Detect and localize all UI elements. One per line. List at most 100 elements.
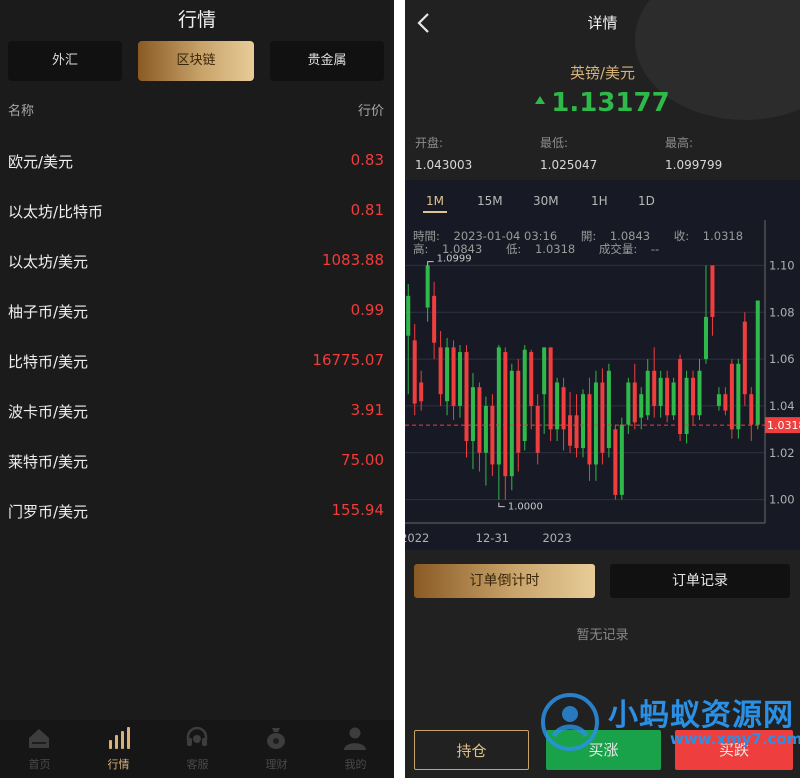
segment-forex[interactable]: 外汇 [8, 41, 122, 81]
stat-value: 1.043003 [415, 158, 473, 172]
market-row-price: 0.83 [350, 151, 384, 169]
x-tick-label: 2022 [405, 531, 429, 545]
candle-body [691, 377, 696, 416]
market-row[interactable]: 柚子币/美元 0.99 [8, 286, 384, 336]
bottom-tab-bar: 首页 行情 客服 理财 我的 [0, 720, 394, 778]
timeframe-1d[interactable]: 1D [638, 194, 655, 208]
candle-body [483, 405, 488, 453]
candle-body [529, 352, 534, 406]
detail-screen: 详情 英镑/美元 1.13177 开盘: 1.043003 最低: 1.0250… [405, 0, 800, 778]
ohlc-info-line-2: 高: 1.0843 低: 1.0318 成交量: -- [413, 241, 679, 257]
timeframe-15m[interactable]: 15M [477, 194, 503, 208]
candle-body [580, 394, 586, 449]
tab-home[interactable]: 首页 [0, 720, 79, 778]
candle-body [697, 370, 702, 416]
empty-records-text: 暂无记录 [576, 628, 629, 643]
candle-body [535, 405, 540, 453]
segment-blockchain[interactable]: 区块链 [138, 41, 254, 81]
candle-body [736, 363, 741, 430]
candlestick-chart[interactable]: 1.10 1.08 1.06 1.04 1.02 1.00 2022 12-31 2023 1.0… [405, 220, 800, 550]
position-button[interactable]: 持仓 [414, 730, 529, 770]
market-row-price: 16775.07 [312, 351, 384, 369]
market-row[interactable]: 欧元/美元 0.83 [8, 136, 384, 186]
candle-body [574, 415, 579, 449]
current-price-label: 1.0318 [767, 419, 800, 432]
segment-precious-metals[interactable]: 贵金属 [270, 41, 384, 81]
market-row-price: 155.94 [331, 501, 385, 519]
candle-body [632, 382, 637, 423]
ant-logo-icon [541, 693, 599, 751]
market-row[interactable]: 以太坊/美元 1083.88 [8, 236, 384, 286]
info-close: 收: 1.0318 [673, 229, 744, 243]
column-price: 行价 [357, 104, 384, 119]
stat-high: 最高: 1.099799 [665, 134, 722, 172]
candle-body [729, 363, 734, 430]
home-icon [29, 729, 49, 748]
market-row[interactable]: 以太坊/比特币 0.81 [8, 186, 384, 236]
min-label: 1.0000 [508, 502, 543, 513]
tab-label: 理财 [265, 758, 288, 771]
market-row-price: 75.00 [341, 451, 384, 469]
y-tick-label: 1.10 [769, 258, 795, 272]
market-row-name: 柚子币/美元 [8, 303, 89, 321]
column-name: 名称 [8, 104, 35, 119]
tab-label: 行情 [107, 758, 130, 771]
candle-body [509, 370, 514, 477]
candle-body [645, 370, 650, 416]
candle-body [703, 316, 708, 360]
market-list: 欧元/美元 0.83 以太坊/比特币 0.81 以太坊/美元 1083.88 柚子币/… [8, 136, 384, 536]
candle-body [626, 382, 631, 425]
candle-body [522, 349, 527, 442]
market-row[interactable]: 波卡币/美元 3.91 [8, 386, 384, 436]
tab-finance[interactable]: 理财 [237, 720, 316, 778]
candle-body [516, 370, 521, 453]
market-row-name: 比特币/美元 [8, 353, 89, 371]
watermark-title: 小蚂蚁资源网 [608, 698, 794, 733]
order-countdown-button[interactable]: 订单倒计时 [414, 564, 595, 598]
tab-label: 我的 [344, 758, 367, 771]
candle-body [742, 321, 747, 395]
timeframe-1h[interactable]: 1H [591, 194, 608, 208]
x-tick-label: 12-31 [476, 531, 509, 545]
candle-body [548, 347, 553, 430]
candle-body [613, 429, 618, 495]
market-row[interactable]: 门罗币/美元 155.94 [8, 486, 384, 536]
current-price: 1.13177 [405, 88, 800, 118]
candle-body [412, 340, 417, 404]
candle-body [587, 394, 592, 465]
market-row-price: 0.81 [350, 201, 384, 219]
tab-support[interactable]: 客服 [158, 720, 237, 778]
watermark-url: www.xmy7.com [670, 730, 800, 748]
y-tick-label: 1.02 [769, 446, 795, 460]
candle-body [652, 370, 657, 406]
timeframe-30m[interactable]: 30M [533, 194, 559, 208]
price-value: 1.13177 [551, 88, 670, 118]
tab-profile[interactable]: 我的 [316, 720, 395, 778]
candle-body [600, 382, 605, 453]
candle-body [470, 387, 475, 442]
y-tick-label: 1.08 [769, 305, 795, 319]
candle-body [593, 382, 598, 465]
info-high: 高: 1.0843 [413, 242, 483, 256]
market-row-name: 莱特币/美元 [8, 453, 89, 471]
tab-market[interactable]: 行情 [79, 720, 158, 778]
candle-body [561, 387, 566, 430]
y-tick-label: 1.04 [769, 399, 795, 413]
timeframe-1m[interactable]: 1M [426, 194, 444, 208]
candle-body [555, 382, 560, 430]
candle-body [665, 377, 670, 416]
market-row[interactable]: 莱特币/美元 75.00 [8, 436, 384, 486]
tab-label: 客服 [186, 758, 209, 771]
candle-body [606, 370, 611, 449]
stat-label: 最高: [665, 136, 694, 150]
headset-icon [186, 726, 208, 746]
market-row[interactable]: 比特币/美元 16775.07 [8, 336, 384, 386]
candle-body [639, 394, 644, 418]
stat-label: 最低: [540, 136, 569, 150]
y-tick-label: 1.06 [769, 352, 795, 366]
candle-body [464, 352, 469, 442]
order-records-button[interactable]: 订单记录 [610, 564, 790, 598]
x-tick-label: 2023 [542, 531, 571, 545]
page-title: 详情 [587, 14, 618, 32]
market-row-name: 欧元/美元 [8, 153, 74, 171]
